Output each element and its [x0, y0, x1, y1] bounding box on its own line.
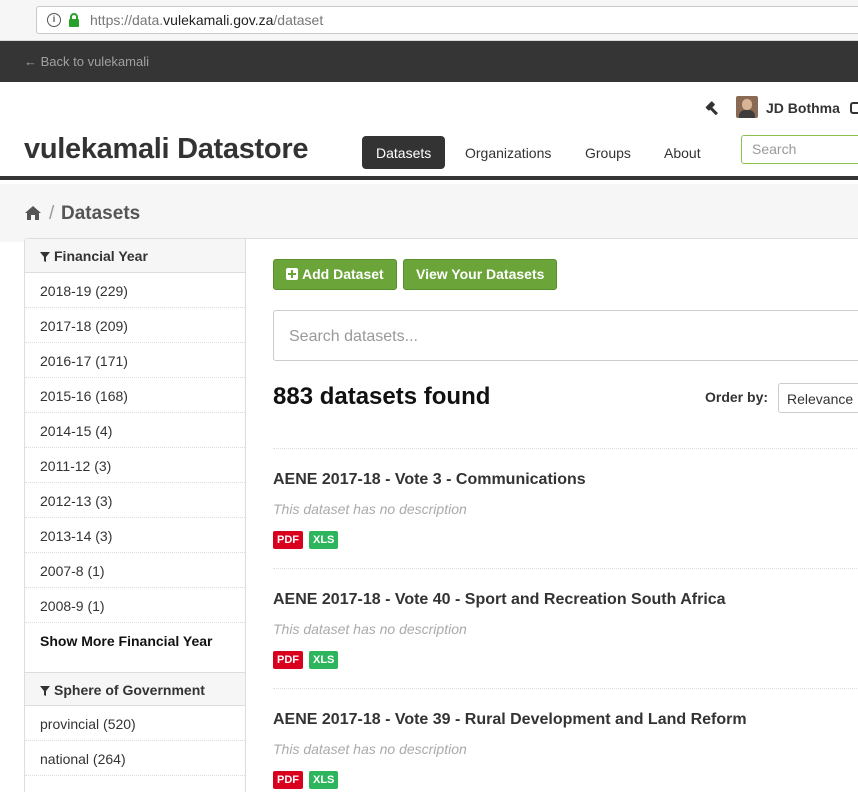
results-count: 883 datasets found [273, 383, 491, 410]
facet-item[interactable]: 2013-14 (3) [25, 518, 245, 553]
nav-about[interactable]: About [650, 136, 715, 169]
order-by-select[interactable]: Relevance [778, 383, 858, 413]
address-url: https://data.vulekamali.gov.za/dataset [90, 12, 324, 28]
facet-item[interactable]: provincial (520) [25, 706, 245, 741]
facet-item[interactable]: 2017-18 (209) [25, 308, 245, 343]
dataset-title-link[interactable]: AENE 2017-18 - Vote 40 - Sport and Recre… [273, 591, 726, 609]
search-datasets-input[interactable]: Search datasets... [273, 310, 858, 361]
lock-icon [69, 13, 79, 27]
format-label-xls[interactable]: XLS [309, 771, 339, 789]
back-link[interactable]: ← Back to vulekamali [24, 54, 149, 69]
facet-item[interactable]: 2015-16 (168) [25, 378, 245, 413]
facet-item[interactable]: 2012-13 (3) [25, 483, 245, 518]
dataset-title-link[interactable]: AENE 2017-18 - Vote 39 - Rural Developme… [273, 711, 747, 729]
order-by-label: Order by: [705, 389, 769, 405]
facet-item[interactable]: 2007-8 (1) [25, 553, 245, 588]
dataset-description: This dataset has no description [273, 621, 467, 637]
format-label-xls[interactable]: XLS [309, 651, 339, 669]
breadcrumb-current[interactable]: Datasets [61, 203, 140, 225]
breadcrumb: / Datasets [0, 184, 858, 242]
dataset-description: This dataset has no description [273, 501, 467, 517]
breadcrumb-separator: / [49, 203, 55, 224]
masthead: JD Bothma vulekamali Datastore Datasets … [0, 82, 858, 180]
format-label-pdf[interactable]: PDF [273, 531, 303, 549]
site-title[interactable]: vulekamali Datastore [24, 133, 308, 166]
info-icon[interactable]: i [47, 13, 61, 27]
add-dataset-button[interactable]: Add Dataset [273, 259, 397, 290]
filter-icon [40, 252, 50, 262]
browser-chrome: i https://data.vulekamali.gov.za/dataset [0, 0, 858, 41]
avatar[interactable] [736, 96, 758, 118]
filter-icon [40, 686, 50, 696]
facet-item[interactable]: 2016-17 (171) [25, 343, 245, 378]
format-label-pdf[interactable]: PDF [273, 771, 303, 789]
dataset-description: This dataset has no description [273, 741, 467, 757]
format-label-xls[interactable]: XLS [309, 531, 339, 549]
home-icon[interactable] [24, 205, 42, 221]
nav-organizations[interactable]: Organizations [451, 136, 565, 169]
sysadmin-hammer-icon[interactable] [705, 100, 721, 116]
facet-item[interactable]: 2011-12 (3) [25, 448, 245, 483]
site-search-input[interactable]: Search [741, 135, 858, 164]
facet-heading-sphere-of-government: Sphere of Government [25, 672, 245, 706]
plus-square-icon [286, 268, 298, 280]
facet-item[interactable]: 2008-9 (1) [25, 588, 245, 623]
nav-datasets[interactable]: Datasets [362, 136, 446, 169]
facet-item[interactable]: national (264) [25, 741, 245, 776]
dashboard-icon[interactable] [850, 102, 858, 114]
dataset-item: AENE 2017-18 - Vote 3 - Communications T… [273, 448, 858, 568]
dataset-item: AENE 2017-18 - Vote 39 - Rural Developme… [273, 688, 858, 792]
nav-groups[interactable]: Groups [571, 136, 645, 169]
address-bar[interactable]: i https://data.vulekamali.gov.za/dataset [36, 6, 858, 34]
facet-item[interactable]: 2018-19 (229) [25, 273, 245, 308]
show-more-financial-year-link[interactable]: Show More Financial Year [25, 623, 245, 672]
dataset-title-link[interactable]: AENE 2017-18 - Vote 3 - Communications [273, 471, 586, 489]
facet-heading-financial-year: Financial Year [25, 239, 245, 273]
username-link[interactable]: JD Bothma [766, 100, 840, 116]
facet-sidebar: Financial Year 2018-19 (229) 2017-18 (20… [25, 239, 246, 792]
account-bar: ← Back to vulekamali [0, 41, 858, 82]
format-label-pdf[interactable]: PDF [273, 651, 303, 669]
facet-item[interactable]: 2014-15 (4) [25, 413, 245, 448]
dataset-item: AENE 2017-18 - Vote 40 - Sport and Recre… [273, 568, 858, 688]
content-wrapper: Financial Year 2018-19 (229) 2017-18 (20… [24, 238, 858, 792]
view-your-datasets-button[interactable]: View Your Datasets [403, 259, 558, 290]
